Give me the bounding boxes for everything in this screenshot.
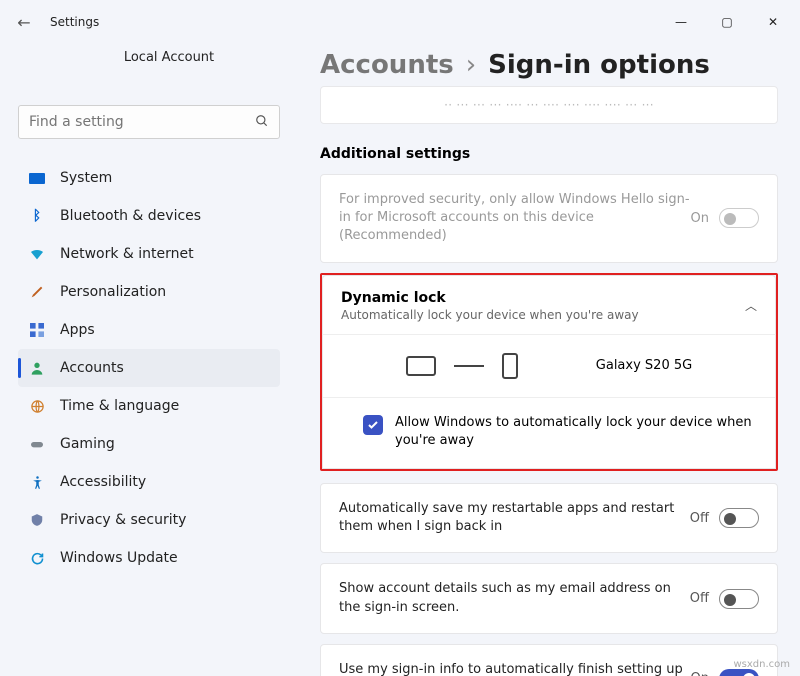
person-icon	[28, 359, 46, 377]
nav-label: Apps	[60, 322, 95, 338]
gamepad-icon	[28, 435, 46, 453]
nav-label: Windows Update	[60, 550, 178, 566]
minimize-button[interactable]: —	[658, 6, 704, 38]
wifi-icon	[28, 245, 46, 263]
nav-personalization[interactable]: Personalization	[18, 273, 280, 311]
show-account-label: Show account details such as my email ad…	[339, 580, 690, 616]
device-pairing-row: Galaxy S20 5G	[323, 335, 775, 398]
search-box[interactable]	[18, 105, 280, 139]
signin-info-state: On	[691, 671, 709, 676]
search-input[interactable]	[29, 114, 255, 130]
section-title: Additional settings	[320, 146, 778, 162]
connection-line-icon	[454, 365, 484, 367]
close-button[interactable]: ✕	[750, 6, 796, 38]
hello-signin-label: For improved security, only allow Window…	[339, 191, 691, 246]
nav-network[interactable]: Network & internet	[18, 235, 280, 273]
shield-icon	[28, 511, 46, 529]
nav-apps[interactable]: Apps	[18, 311, 280, 349]
laptop-icon	[406, 356, 436, 376]
paired-device-name: Galaxy S20 5G	[596, 358, 692, 373]
apps-icon	[28, 321, 46, 339]
update-icon	[28, 549, 46, 567]
dynamic-lock-checkbox[interactable]	[363, 415, 383, 435]
phone-icon	[502, 353, 518, 379]
nav-label: Accounts	[60, 360, 124, 376]
back-button[interactable]: ←	[4, 13, 44, 32]
truncated-option-card[interactable]: ·· ··· ··· ··· ···· ··· ···· ···· ···· ·…	[320, 86, 778, 124]
nav-system[interactable]: System	[18, 159, 280, 197]
nav-bluetooth[interactable]: ᛒ Bluetooth & devices	[18, 197, 280, 235]
restart-apps-label: Automatically save my restartable apps a…	[339, 500, 690, 536]
nav-label: Gaming	[60, 436, 115, 452]
nav-label: Privacy & security	[60, 512, 186, 528]
brush-icon	[28, 283, 46, 301]
dynamic-lock-checkbox-label: Allow Windows to automatically lock your…	[395, 414, 753, 450]
maximize-button[interactable]: ▢	[704, 6, 750, 38]
nav-label: System	[60, 170, 112, 186]
nav-label: Accessibility	[60, 474, 146, 490]
nav-accessibility[interactable]: Accessibility	[18, 463, 280, 501]
nav-label: Time & language	[60, 398, 179, 414]
breadcrumb-sep: ›	[466, 50, 476, 80]
restart-apps-state: Off	[690, 511, 709, 526]
nav-label: Network & internet	[60, 246, 194, 262]
nav-time[interactable]: Time & language	[18, 387, 280, 425]
accessibility-icon	[28, 473, 46, 491]
signin-info-label: Use my sign-in info to automatically fin…	[339, 661, 691, 676]
show-account-toggle[interactable]	[719, 589, 759, 609]
window-title: Settings	[50, 15, 99, 29]
restart-apps-toggle[interactable]	[719, 508, 759, 528]
watermark: wsxdn.com	[733, 659, 790, 670]
nav-label: Personalization	[60, 284, 166, 300]
nav-gaming[interactable]: Gaming	[18, 425, 280, 463]
account-name: Local Account	[58, 50, 280, 65]
dynamic-lock-title: Dynamic lock	[341, 290, 639, 306]
chevron-up-icon: ︿	[745, 297, 757, 314]
page-title: Sign-in options	[488, 50, 710, 80]
nav-update[interactable]: Windows Update	[18, 539, 280, 577]
bluetooth-icon: ᛒ	[28, 207, 46, 225]
dynamic-lock-header[interactable]: Dynamic lock Automatically lock your dev…	[322, 275, 776, 335]
nav-accounts[interactable]: Accounts	[18, 349, 280, 387]
monitor-icon	[28, 169, 46, 187]
hello-signin-state: On	[691, 211, 709, 226]
nav-privacy[interactable]: Privacy & security	[18, 501, 280, 539]
dynamic-lock-subtitle: Automatically lock your device when you'…	[341, 308, 639, 322]
hello-signin-toggle[interactable]	[719, 208, 759, 228]
show-account-state: Off	[690, 591, 709, 606]
highlight-box: Dynamic lock Automatically lock your dev…	[320, 273, 778, 471]
nav-label: Bluetooth & devices	[60, 208, 201, 224]
search-icon	[255, 113, 269, 132]
globe-icon	[28, 397, 46, 415]
breadcrumb-parent[interactable]: Accounts	[320, 50, 454, 80]
